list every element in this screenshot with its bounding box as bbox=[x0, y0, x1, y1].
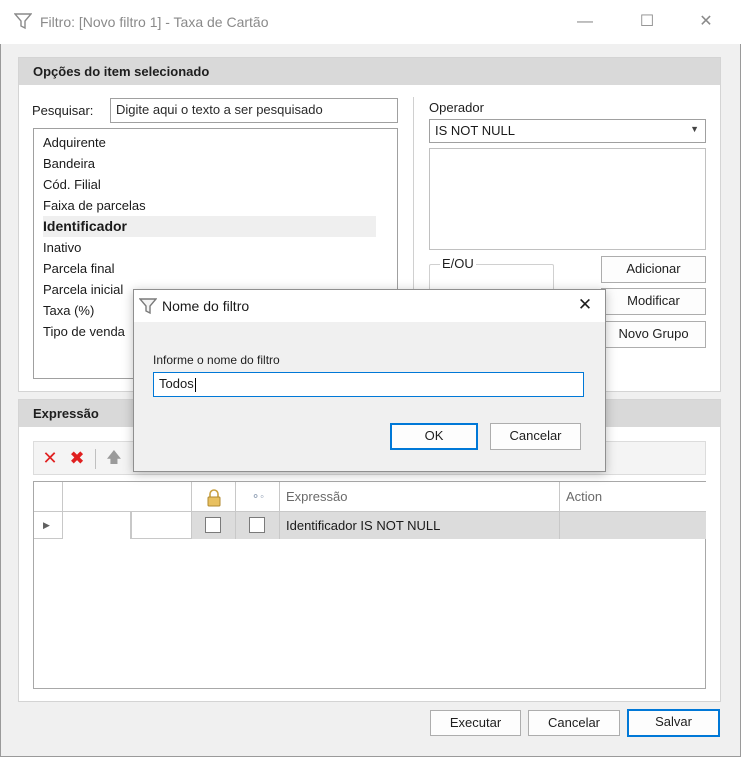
action-column-header[interactable]: Action bbox=[560, 482, 706, 512]
dialog-close-button[interactable]: ✕ bbox=[572, 295, 598, 317]
group-column-header bbox=[63, 482, 192, 512]
minimize-button[interactable]: — bbox=[562, 8, 608, 38]
filter-name-value: Todos bbox=[159, 376, 194, 391]
list-item[interactable]: Tipo de venda bbox=[43, 321, 125, 342]
operator-value: IS NOT NULL bbox=[435, 123, 515, 138]
group-cell[interactable] bbox=[63, 512, 131, 539]
link-column-header: ⚬◦ bbox=[236, 482, 280, 512]
group-cell-edit[interactable] bbox=[131, 512, 192, 539]
lock-icon bbox=[207, 488, 220, 507]
dialog-title-bar: Nome do filtro ✕ bbox=[134, 290, 605, 322]
link-icon: ⚬◦ bbox=[250, 491, 265, 503]
delete-all-icon[interactable]: ✖ bbox=[64, 444, 90, 472]
delete-icon[interactable]: ✕ bbox=[37, 444, 63, 472]
expression-column-header[interactable]: Expressão bbox=[280, 482, 560, 512]
chevron-down-icon: ▼ bbox=[690, 124, 699, 134]
cancel-button[interactable]: Cancelar bbox=[528, 710, 620, 736]
toolbar-separator bbox=[95, 449, 96, 469]
link-cell bbox=[236, 512, 280, 539]
modify-button[interactable]: Modificar bbox=[601, 288, 706, 315]
action-cell[interactable] bbox=[560, 512, 706, 539]
search-input[interactable]: Digite aqui o texto a ser pesquisado bbox=[110, 98, 398, 123]
list-item[interactable]: Parcela inicial bbox=[43, 279, 123, 300]
value-area[interactable] bbox=[429, 148, 706, 250]
list-item[interactable]: Adquirente bbox=[43, 132, 106, 153]
filter-name-dialog: Nome do filtro ✕ Informe o nome do filtr… bbox=[133, 289, 606, 472]
dialog-prompt: Informe o nome do filtro bbox=[153, 353, 280, 367]
list-item[interactable]: Parcela final bbox=[43, 258, 115, 279]
funnel-icon bbox=[13, 12, 33, 33]
dialog-ok-button[interactable]: OK bbox=[390, 423, 478, 450]
list-item[interactable]: Inativo bbox=[43, 237, 81, 258]
options-panel-header: Opções do item selecionado bbox=[19, 58, 720, 85]
expression-grid: ⚬◦ Expressão Action ▶ Identificador IS N… bbox=[33, 481, 706, 689]
filter-name-input[interactable]: Todos bbox=[153, 372, 584, 397]
maximize-button[interactable]: ☐ bbox=[624, 8, 670, 38]
list-item[interactable]: Taxa (%) bbox=[43, 300, 94, 321]
link-checkbox[interactable] bbox=[249, 517, 265, 533]
lock-cell bbox=[192, 512, 236, 539]
operator-select[interactable]: IS NOT NULL ▼ bbox=[429, 119, 706, 143]
new-group-button[interactable]: Novo Grupo bbox=[601, 321, 706, 348]
row-indicator[interactable]: ▶ bbox=[34, 512, 63, 539]
execute-button[interactable]: Executar bbox=[430, 710, 521, 736]
title-bar: Filtro: [Novo filtro 1] - Taxa de Cartão… bbox=[0, 0, 741, 44]
text-cursor bbox=[194, 377, 196, 392]
list-item[interactable]: Cód. Filial bbox=[43, 174, 101, 195]
search-label: Pesquisar: bbox=[32, 103, 94, 118]
list-item[interactable]: Bandeira bbox=[43, 153, 95, 174]
lock-column-header bbox=[192, 482, 236, 512]
list-item-selected[interactable]: Identificador bbox=[43, 216, 376, 237]
row-indicator-header bbox=[34, 482, 63, 512]
move-up-icon[interactable]: 🡅 bbox=[101, 444, 127, 472]
close-button[interactable]: ✕ bbox=[683, 8, 729, 38]
window-title: Filtro: [Novo filtro 1] - Taxa de Cartão bbox=[40, 14, 269, 30]
save-button[interactable]: Salvar bbox=[627, 709, 720, 737]
lock-checkbox[interactable] bbox=[205, 517, 221, 533]
expression-cell[interactable]: Identificador IS NOT NULL bbox=[280, 512, 560, 539]
dialog-title: Nome do filtro bbox=[162, 298, 250, 314]
operator-label: Operador bbox=[429, 100, 484, 115]
add-button[interactable]: Adicionar bbox=[601, 256, 706, 283]
eou-label: E/OU bbox=[440, 256, 476, 271]
list-item[interactable]: Faixa de parcelas bbox=[43, 195, 146, 216]
dialog-cancel-button[interactable]: Cancelar bbox=[490, 423, 581, 450]
funnel-icon bbox=[138, 297, 158, 318]
